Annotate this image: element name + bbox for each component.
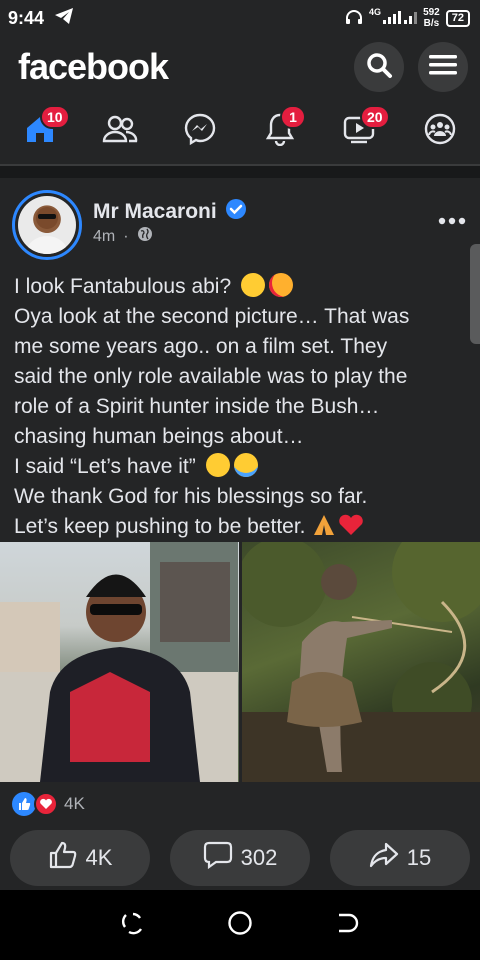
crying-emoji-icon xyxy=(233,453,258,477)
heart-eyes-emoji-icon xyxy=(269,273,293,297)
search-button[interactable] xyxy=(354,42,404,92)
reaction-summary[interactable]: 4K xyxy=(12,792,85,816)
search-icon xyxy=(365,51,393,84)
praying-hands-icon xyxy=(311,515,337,538)
post-line: We thank God for his blessings so far. xyxy=(14,485,368,508)
status-time: 9:44 xyxy=(8,7,45,28)
post-line: Let’s keep pushing to be better. xyxy=(14,512,474,542)
post-photo-2[interactable] xyxy=(241,542,480,782)
love-reaction-icon xyxy=(34,792,58,816)
grinning-emoji-icon xyxy=(241,273,265,297)
facebook-logo: facebook xyxy=(18,46,169,87)
telegram-icon xyxy=(54,7,74,30)
post-line: me some years ago.. on a film set. They xyxy=(14,335,388,358)
post-text: I look Fantabulous abi? Oya look at the … xyxy=(14,272,474,542)
post-line: said the only role available was to play… xyxy=(14,365,408,388)
post-options-button[interactable] xyxy=(438,204,466,232)
nav-notifications[interactable]: 1 xyxy=(260,105,306,153)
battery-indicator: 72 xyxy=(445,9,470,27)
post-meta: 4m · xyxy=(93,226,153,247)
post-photo-1[interactable] xyxy=(0,542,239,782)
hamburger-icon xyxy=(429,53,457,82)
home-badge: 10 xyxy=(40,105,70,129)
more-dots-icon xyxy=(438,204,466,231)
recent-apps-button[interactable] xyxy=(121,911,145,940)
red-heart-icon xyxy=(337,514,365,538)
net-speed-value: 592 xyxy=(423,7,440,18)
back-button[interactable] xyxy=(335,911,359,940)
app-header: facebook xyxy=(0,36,480,98)
comment-count: 302 xyxy=(240,845,278,870)
thumbs-up-icon xyxy=(48,841,78,875)
post-line: I look Fantabulous abi? xyxy=(14,272,474,302)
home-button[interactable] xyxy=(227,910,253,941)
author-line: Mr Macaroni xyxy=(93,198,247,225)
post-line-text: I look Fantabulous abi? xyxy=(14,275,232,298)
post-line-text: I said “Let’s have it” xyxy=(14,455,196,478)
comment-button[interactable]: 302 xyxy=(170,830,310,886)
post-line: role of a Spirit hunter inside the Bush… xyxy=(14,395,380,418)
reactions-count: 4K xyxy=(64,794,85,813)
share-count: 15 xyxy=(406,845,432,870)
watch-badge: 20 xyxy=(360,105,390,129)
friends-icon xyxy=(102,114,138,149)
like-button[interactable]: 4K xyxy=(10,830,150,886)
status-bar: 9:44 4G 592 B/s 72 xyxy=(0,0,480,36)
system-nav-bar xyxy=(0,890,480,960)
avatar-image xyxy=(18,196,76,254)
headphones-icon xyxy=(345,9,363,28)
nav-friends[interactable] xyxy=(100,109,140,153)
post-photos xyxy=(0,542,480,782)
globe-icon xyxy=(137,226,153,247)
nav-messenger[interactable] xyxy=(180,109,220,153)
post-line: chasing human beings about… xyxy=(14,425,304,448)
post-line: I said “Let’s have it” xyxy=(14,452,474,482)
author-name[interactable]: Mr Macaroni xyxy=(93,200,217,224)
notifications-badge: 1 xyxy=(280,105,306,129)
header-actions xyxy=(354,42,468,92)
comment-icon xyxy=(203,841,233,875)
feed-divider xyxy=(0,164,480,178)
post-actions: 4K 302 15 xyxy=(10,830,470,886)
post-time[interactable]: 4m xyxy=(93,228,115,246)
share-icon xyxy=(369,842,399,874)
menu-button[interactable] xyxy=(418,42,468,92)
nav-watch[interactable]: 20 xyxy=(340,105,390,153)
verified-badge-icon xyxy=(225,198,247,225)
rofl-emoji-icon xyxy=(205,453,230,477)
like-reaction-icon xyxy=(12,792,36,816)
nav-home[interactable]: 10 xyxy=(20,105,70,153)
post-line-text: Let’s keep pushing to be better. xyxy=(14,515,306,538)
groups-icon xyxy=(423,112,457,151)
like-count: 4K xyxy=(85,845,113,870)
status-indicators: 4G 592 B/s 72 xyxy=(345,7,470,29)
network-type: 4G xyxy=(369,7,382,17)
signal-icon xyxy=(383,10,418,27)
main-nav: 10 1 20 xyxy=(0,98,480,164)
avatar[interactable] xyxy=(12,190,82,260)
post-header: Mr Macaroni 4m · xyxy=(0,190,480,260)
share-button[interactable]: 15 xyxy=(330,830,470,886)
net-speed: 592 B/s xyxy=(423,7,440,29)
net-speed-unit: B/s xyxy=(423,18,440,29)
post-line: Oya look at the second picture… That was xyxy=(14,305,410,328)
meta-separator: · xyxy=(123,227,129,245)
messenger-icon xyxy=(183,112,217,151)
nav-groups[interactable] xyxy=(420,109,460,153)
